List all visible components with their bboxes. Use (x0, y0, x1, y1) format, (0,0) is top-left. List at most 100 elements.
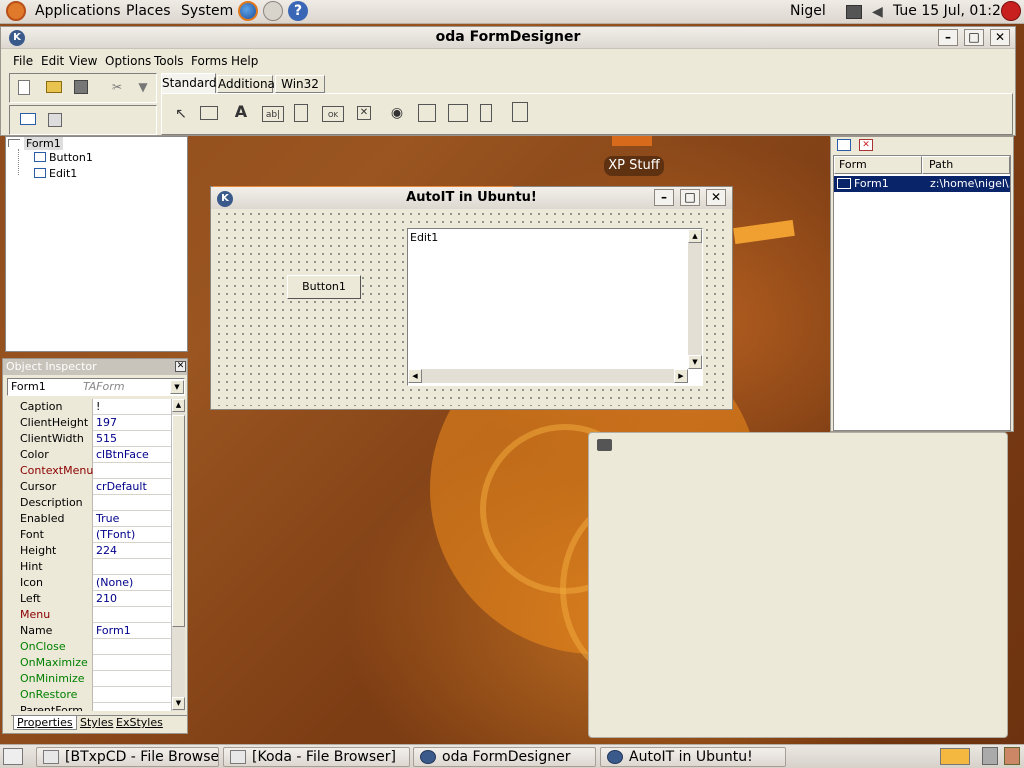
network-icon[interactable] (846, 5, 862, 19)
menu-tools[interactable]: Tools (154, 54, 184, 68)
blank-window[interactable] (588, 432, 1008, 738)
main-window-titlebar[interactable]: K oda FormDesigner – □ ✕ (1, 27, 1015, 49)
property-value[interactable] (95, 655, 171, 671)
scroll-left-icon[interactable]: ◀ (408, 369, 422, 383)
scroll-up-icon[interactable]: ▲ (172, 399, 185, 412)
property-value[interactable]: crDefault (95, 479, 171, 495)
property-value[interactable] (95, 559, 171, 575)
button-icon[interactable]: OK (322, 106, 344, 122)
workspace-switcher[interactable] (940, 748, 970, 765)
property-value[interactable]: ! (95, 399, 171, 415)
save-icon[interactable] (74, 80, 88, 94)
edit1-vscroll[interactable]: ▲ ▼ (688, 229, 702, 369)
workspace-icon[interactable] (982, 747, 998, 765)
tab-exstyles[interactable]: ExStyles (113, 716, 166, 729)
button1[interactable]: Button1 (287, 275, 361, 299)
property-value[interactable] (95, 671, 171, 687)
column-path[interactable]: Path (922, 156, 1010, 174)
property-row[interactable]: Color clBtnFace (7, 447, 171, 463)
property-row[interactable]: ClientHeight 197 (7, 415, 171, 431)
property-row[interactable]: Cursor crDefault (7, 479, 171, 495)
desktop-icon-label[interactable]: XP Stuff (604, 156, 664, 176)
inspector-object-select[interactable]: Form1 TAForm ▼ (7, 378, 185, 396)
close-button[interactable]: ✕ (706, 189, 726, 206)
pointer-icon[interactable]: ↖ (172, 106, 190, 122)
tree-root[interactable]: Form1 (24, 137, 63, 150)
updown-icon[interactable] (480, 104, 492, 122)
ubuntu-logo-icon[interactable] (6, 1, 26, 21)
property-row[interactable]: Description (7, 495, 171, 511)
property-row[interactable]: Icon (None) (7, 575, 171, 591)
tab-standard[interactable]: Standard (161, 73, 217, 93)
radio-icon[interactable]: ◉ (388, 105, 406, 121)
input-icon[interactable]: ab| (262, 106, 284, 122)
scroll-up-icon[interactable]: ▲ (688, 229, 702, 243)
property-value[interactable]: 224 (95, 543, 171, 559)
property-row[interactable]: Left 210 (7, 591, 171, 607)
property-row[interactable]: OnMinimize (7, 671, 171, 687)
edit-icon[interactable] (294, 104, 308, 122)
checkbox-icon[interactable]: ✕ (357, 106, 371, 120)
camera-icon[interactable] (597, 439, 612, 451)
property-row[interactable]: Menu (7, 607, 171, 623)
property-value[interactable]: (None) (95, 575, 171, 591)
tab-order-icon[interactable] (48, 113, 62, 127)
property-row[interactable]: Name Form1 (7, 623, 171, 639)
property-row[interactable]: ParentForm (7, 703, 171, 711)
form-client-area[interactable]: Button1 Edit1 ▲ ▼ ◀ ▶ (215, 210, 728, 406)
menu-forms[interactable]: Forms (191, 54, 227, 68)
menu-options[interactable]: Options (105, 54, 151, 68)
property-row[interactable]: OnRestore (7, 687, 171, 703)
paint-icon[interactable]: ▼ (134, 79, 152, 95)
trash-icon[interactable] (1004, 747, 1020, 765)
new-file-icon[interactable] (18, 80, 30, 95)
new-form-icon[interactable] (837, 139, 851, 151)
property-value[interactable]: 210 (95, 591, 171, 607)
user-name[interactable]: Nigel (790, 3, 826, 19)
tree-node-edit1[interactable]: Edit1 (49, 167, 77, 180)
power-icon[interactable] (1001, 1, 1021, 21)
firefox-icon[interactable] (238, 1, 258, 21)
task-koda-file-browser[interactable]: [Koda - File Browser] (223, 747, 410, 767)
desktop-icon[interactable] (612, 136, 652, 146)
tab-styles[interactable]: Styles (77, 716, 116, 729)
property-value[interactable] (95, 495, 171, 511)
task-autoit-in-ubuntu[interactable]: AutoIT in Ubuntu! (600, 747, 786, 767)
minimize-button[interactable]: – (654, 189, 674, 206)
combo-icon[interactable] (448, 104, 468, 122)
mail-icon[interactable] (263, 1, 283, 21)
menu-help[interactable]: Help (231, 54, 258, 68)
menu-file[interactable]: File (13, 54, 33, 68)
help-icon[interactable]: ? (288, 1, 308, 21)
maximize-button[interactable]: □ (680, 189, 700, 206)
label-icon[interactable]: A (232, 104, 250, 120)
list-icon[interactable] (418, 104, 436, 122)
property-row[interactable]: Enabled True (7, 511, 171, 527)
property-value[interactable] (95, 607, 171, 623)
column-form[interactable]: Form (834, 156, 922, 174)
volume-icon[interactable]: ◀ (872, 4, 888, 20)
task-btxpcd-file-browser[interactable]: [BTxpCD - File Browser] (36, 747, 219, 767)
property-value[interactable] (95, 639, 171, 655)
applications-menu[interactable]: Applications (35, 3, 121, 19)
designed-form-window[interactable]: K AutoIT in Ubuntu! – □ ✕ Button1 Edit1 … (210, 186, 733, 410)
close-form-icon[interactable]: ✕ (859, 139, 873, 151)
open-folder-icon[interactable] (46, 81, 62, 93)
property-value[interactable]: (TFont) (95, 527, 171, 543)
inspector-close-icon[interactable]: ✕ (175, 361, 186, 372)
edit1[interactable]: Edit1 ▲ ▼ ◀ ▶ (407, 228, 703, 386)
property-value[interactable]: Form1 (95, 623, 171, 639)
property-value[interactable]: 515 (95, 431, 171, 447)
property-row[interactable]: OnClose (7, 639, 171, 655)
edit1-hscroll[interactable]: ◀ ▶ (408, 369, 688, 383)
property-value[interactable]: True (95, 511, 171, 527)
property-row[interactable]: ClientWidth 515 (7, 431, 171, 447)
property-row[interactable]: Height 224 (7, 543, 171, 559)
property-row[interactable]: +Font(TFont) (7, 527, 171, 543)
property-value[interactable] (95, 463, 171, 479)
scroll-down-icon[interactable]: ▼ (688, 355, 702, 369)
group-icon[interactable] (200, 106, 218, 120)
chevron-down-icon[interactable]: ▼ (170, 380, 184, 394)
maximize-button[interactable]: □ (964, 29, 984, 46)
property-value[interactable] (95, 703, 171, 711)
